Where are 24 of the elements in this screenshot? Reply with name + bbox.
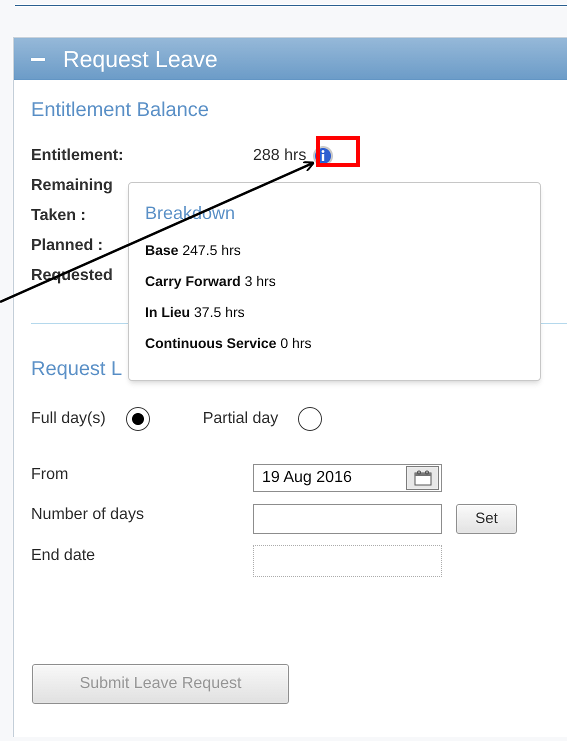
field-label: From bbox=[31, 465, 70, 485]
set-button[interactable]: Set bbox=[456, 504, 517, 534]
balance-label: Entitlement: bbox=[31, 147, 124, 164]
breakdown-item: Base 247.5 hrs bbox=[145, 241, 242, 260]
radio-button[interactable] bbox=[126, 407, 150, 431]
breakdown-item: Carry Forward 3 hrs bbox=[145, 272, 277, 291]
section-heading: Entitlement Balance bbox=[31, 98, 210, 122]
balance-label: Remaining bbox=[31, 177, 113, 194]
date-field[interactable]: 19 Aug 2016 bbox=[253, 464, 442, 492]
radio-button[interactable] bbox=[298, 407, 322, 431]
breakdown-item: In Lieu 37.5 hrs bbox=[145, 303, 246, 322]
input-field[interactable] bbox=[253, 504, 442, 534]
field-label: Number of days bbox=[31, 505, 145, 525]
breakdown-item: Continuous Service 0 hrs bbox=[145, 334, 312, 353]
balance-label: Taken : bbox=[31, 207, 86, 224]
section-heading: Request L bbox=[31, 357, 124, 381]
panel-title: Request Leave bbox=[63, 44, 218, 74]
option-label: Full day(s) bbox=[31, 409, 106, 429]
balance-label: Planned : bbox=[31, 237, 104, 254]
field-label: End date bbox=[31, 546, 96, 566]
highlight-box bbox=[316, 136, 360, 167]
calendar-icon[interactable] bbox=[406, 466, 439, 490]
option-label: Partial day bbox=[202, 409, 278, 429]
balance-value: 288 hrs bbox=[253, 146, 306, 166]
